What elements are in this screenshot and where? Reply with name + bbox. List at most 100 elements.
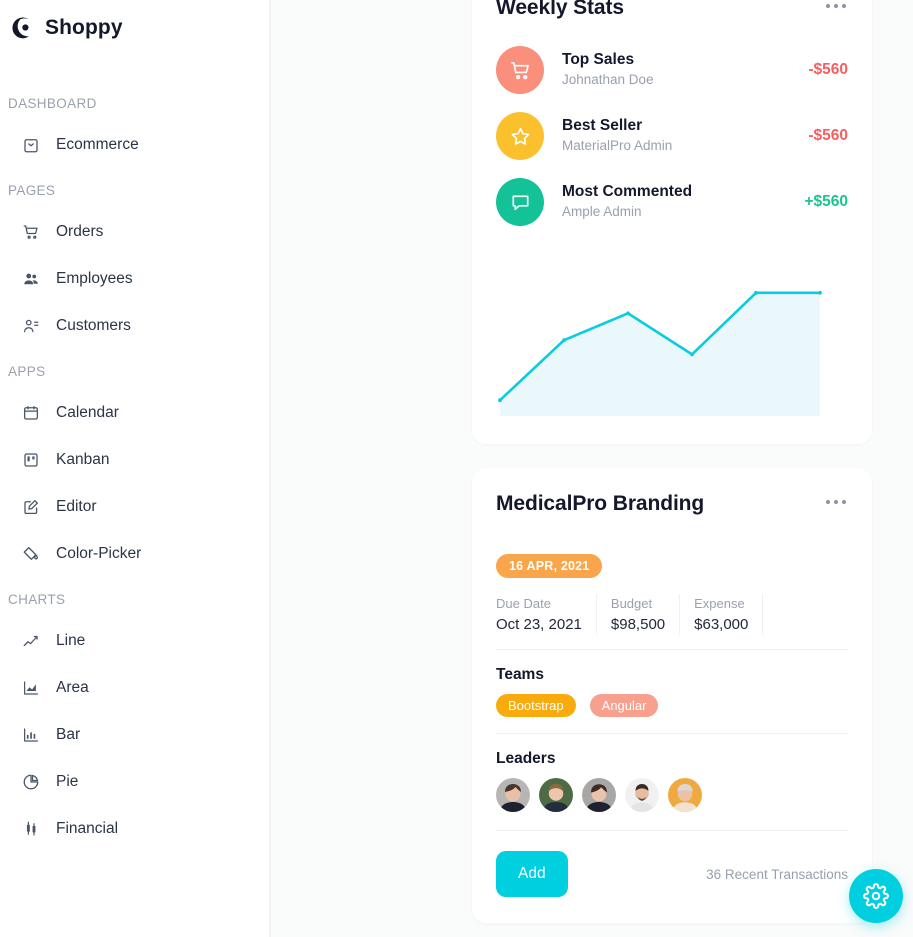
sidebar-item-label: Editor — [56, 498, 97, 515]
sidebar-item-kanban[interactable]: Kanban — [8, 440, 261, 480]
sidebar-item-bar[interactable]: Bar — [8, 715, 261, 755]
edit-square-icon — [20, 496, 42, 518]
metric-expense: Expense $63,000 — [680, 594, 764, 636]
teams-heading: Teams — [496, 666, 544, 684]
sidebar-item-label: Calendar — [56, 404, 119, 421]
nav-caption-apps: APPS — [8, 364, 46, 379]
cards-column: Weekly Stats Top Sales Johnathan Doe -$5… — [472, 0, 872, 937]
sidebar-item-area[interactable]: Area — [8, 668, 261, 708]
sidebar-item-orders[interactable]: Orders — [8, 212, 261, 252]
sidebar-item-calendar[interactable]: Calendar — [8, 393, 261, 433]
brand-name: Shoppy — [45, 16, 123, 39]
sidebar-item-label: Customers — [56, 317, 131, 334]
avatar[interactable] — [539, 778, 573, 813]
chat-bubble-icon — [496, 178, 544, 226]
sidebar-item-label: Ecommerce — [56, 136, 139, 153]
team-tag-angular[interactable]: Angular — [589, 694, 659, 718]
sidebar: Shoppy DASHBOARD Ecommerce PAGES Orders … — [0, 0, 270, 937]
status-badge: 16 APR, 2021 — [496, 554, 603, 578]
avatar[interactable] — [582, 778, 616, 813]
avatar[interactable] — [625, 778, 659, 813]
list-item-subtitle: MaterialPro Admin — [562, 138, 673, 154]
user-list-icon — [20, 315, 42, 337]
sidebar-item-color-picker[interactable]: Color-Picker — [8, 534, 261, 574]
sidebar-item-label: Bar — [56, 726, 81, 743]
weekly-stats-list: Top Sales Johnathan Doe -$560 Best Selle… — [472, 20, 872, 226]
sidebar-nav: DASHBOARD Ecommerce PAGES Orders Employe… — [0, 56, 269, 849]
gear-icon — [863, 883, 889, 909]
list-item-texts: Top Sales Johnathan Doe — [562, 50, 790, 90]
list-item-title: Most Commented — [562, 183, 693, 201]
metric-value: Oct 23, 2021 — [496, 615, 582, 633]
metric-value: $63,000 — [694, 615, 749, 633]
star-icon — [496, 112, 544, 160]
users-icon — [20, 268, 42, 290]
line-chart-icon — [20, 630, 42, 652]
sidebar-item-label: Pie — [56, 773, 79, 790]
paint-drop-icon — [20, 543, 42, 565]
avatar[interactable] — [496, 778, 530, 813]
area-chart-icon — [20, 677, 42, 699]
recent-transactions-label: 36 Recent Transactions — [706, 866, 848, 882]
more-horizontal-icon[interactable] — [824, 492, 848, 512]
sidebar-item-financial[interactable]: Financial — [8, 809, 261, 849]
sidebar-item-label: Financial — [56, 820, 119, 837]
main-content: Weekly Stats Top Sales Johnathan Doe -$5… — [270, 0, 913, 937]
list-item-texts: Most Commented Ample Admin — [562, 182, 786, 222]
add-button[interactable]: Add — [496, 851, 568, 898]
nav-caption-charts: CHARTS — [8, 592, 66, 607]
candlestick-chart-icon — [20, 818, 42, 840]
sidebar-item-customers[interactable]: Customers — [8, 306, 261, 346]
project-card-footer: Add 36 Recent Transactions — [496, 851, 848, 898]
leaders-avatar-list — [496, 778, 848, 832]
sidebar-item-editor[interactable]: Editor — [8, 487, 261, 527]
page-title: Weekly Stats — [496, 0, 624, 19]
more-horizontal-icon[interactable] — [824, 0, 848, 16]
list-item-title: Best Seller — [562, 117, 643, 135]
sidebar-item-pie[interactable]: Pie — [8, 762, 261, 802]
metric-spacer — [763, 594, 848, 635]
sidebar-item-label: Area — [56, 679, 89, 696]
metric-value: $98,500 — [610, 615, 666, 633]
sidebar-item-ecommerce[interactable]: Ecommerce — [8, 125, 261, 165]
list-item[interactable]: Best Seller MaterialPro Admin -$560 — [496, 112, 848, 160]
shopping-bag-icon — [20, 134, 42, 156]
list-item-texts: Best Seller MaterialPro Admin — [562, 116, 790, 156]
shoppy-crescent-logo-icon — [8, 15, 34, 41]
teams-tag-list: Bootstrap Angular — [496, 694, 848, 735]
shopping-cart-icon — [496, 46, 544, 94]
shopping-cart-icon — [20, 221, 42, 243]
list-item[interactable]: Top Sales Johnathan Doe -$560 — [496, 46, 848, 94]
sidebar-item-label: Employees — [56, 270, 133, 287]
pie-chart-icon — [20, 771, 42, 793]
metric-due-date: Due Date Oct 23, 2021 — [496, 594, 597, 636]
nav-caption-pages: PAGES — [8, 183, 56, 198]
weekly-stats-chart — [472, 244, 872, 444]
list-item-title: Top Sales — [562, 51, 635, 69]
app-root: Shoppy DASHBOARD Ecommerce PAGES Orders … — [0, 0, 913, 937]
sidebar-item-employees[interactable]: Employees — [8, 259, 261, 299]
weekly-stats-header: Weekly Stats — [472, 0, 872, 20]
status-badge: -$560 — [808, 61, 848, 78]
metric-label: Due Date — [496, 596, 551, 611]
metric-budget: Budget $98,500 — [597, 594, 681, 636]
kanban-board-icon — [20, 449, 42, 471]
project-card-header: MedicalPro Branding — [472, 468, 872, 516]
avatar[interactable] — [668, 778, 702, 813]
metric-label: Expense — [694, 596, 745, 611]
project-title: MedicalPro Branding — [496, 492, 705, 515]
sidebar-item-line[interactable]: Line — [8, 621, 261, 661]
project-card: MedicalPro Branding 16 APR, 2021 Due Dat… — [472, 468, 872, 924]
sidebar-item-label: Kanban — [56, 451, 110, 468]
weekly-stats-card: Weekly Stats Top Sales Johnathan Doe -$5… — [472, 0, 872, 444]
sidebar-item-label: Line — [56, 632, 86, 649]
bar-chart-icon — [20, 724, 42, 746]
team-tag-bootstrap[interactable]: Bootstrap — [496, 694, 576, 718]
list-item-subtitle: Ample Admin — [562, 204, 642, 220]
leaders-heading: Leaders — [496, 750, 556, 768]
brand-logo[interactable]: Shoppy — [0, 0, 269, 56]
list-item[interactable]: Most Commented Ample Admin +$560 — [496, 178, 848, 226]
nav-caption-dashboard: DASHBOARD — [8, 96, 97, 111]
content-divider — [270, 0, 271, 937]
settings-fab-button[interactable] — [849, 869, 903, 923]
